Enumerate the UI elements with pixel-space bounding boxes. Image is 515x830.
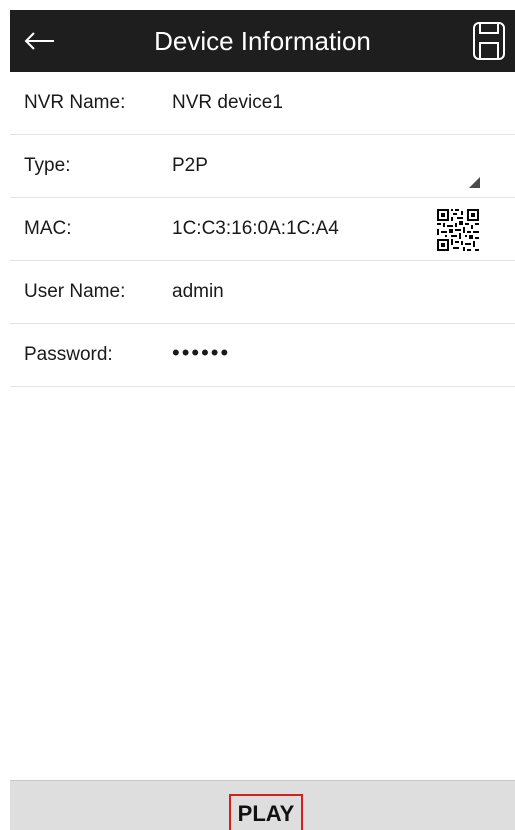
password-field[interactable]: •••••• <box>172 340 230 366</box>
bottom-bar: PLAY <box>10 780 515 830</box>
nvr-name-field[interactable]: NVR device1 <box>172 92 283 114</box>
type-label: Type: <box>24 155 71 176</box>
dropdown-corner-icon[interactable] <box>469 177 480 188</box>
device-info-form: NVR Name: NVR device1 Type: P2P MAC: 1C:… <box>10 72 515 387</box>
title-bar: Device Information <box>10 10 515 72</box>
floppy-save-icon <box>473 22 505 60</box>
field-row-nvr-name[interactable]: NVR Name: NVR device1 <box>10 72 515 135</box>
page-title: Device Information <box>154 26 371 56</box>
mac-label: MAC: <box>24 218 72 239</box>
save-button[interactable] <box>471 19 507 63</box>
type-select[interactable]: P2P <box>172 155 208 177</box>
field-row-user-name[interactable]: User Name: admin <box>10 261 515 324</box>
device-information-screen: Device Information NVR Name: NVR device1… <box>0 0 515 830</box>
password-label: Password: <box>24 344 113 365</box>
user-name-field[interactable]: admin <box>172 281 224 303</box>
field-row-type[interactable]: Type: P2P <box>10 135 515 198</box>
field-row-password[interactable]: Password: •••••• <box>10 324 515 387</box>
qr-code-icon <box>437 209 479 251</box>
nvr-name-label: NVR Name: <box>24 92 126 113</box>
qr-scan-button[interactable] <box>435 207 481 253</box>
user-name-label: User Name: <box>24 281 126 302</box>
field-row-mac[interactable]: MAC: 1C:C3:16:0A:1C:A4 <box>10 198 515 261</box>
play-button[interactable]: PLAY <box>229 794 303 830</box>
mac-field[interactable]: 1C:C3:16:0A:1C:A4 <box>172 218 339 240</box>
